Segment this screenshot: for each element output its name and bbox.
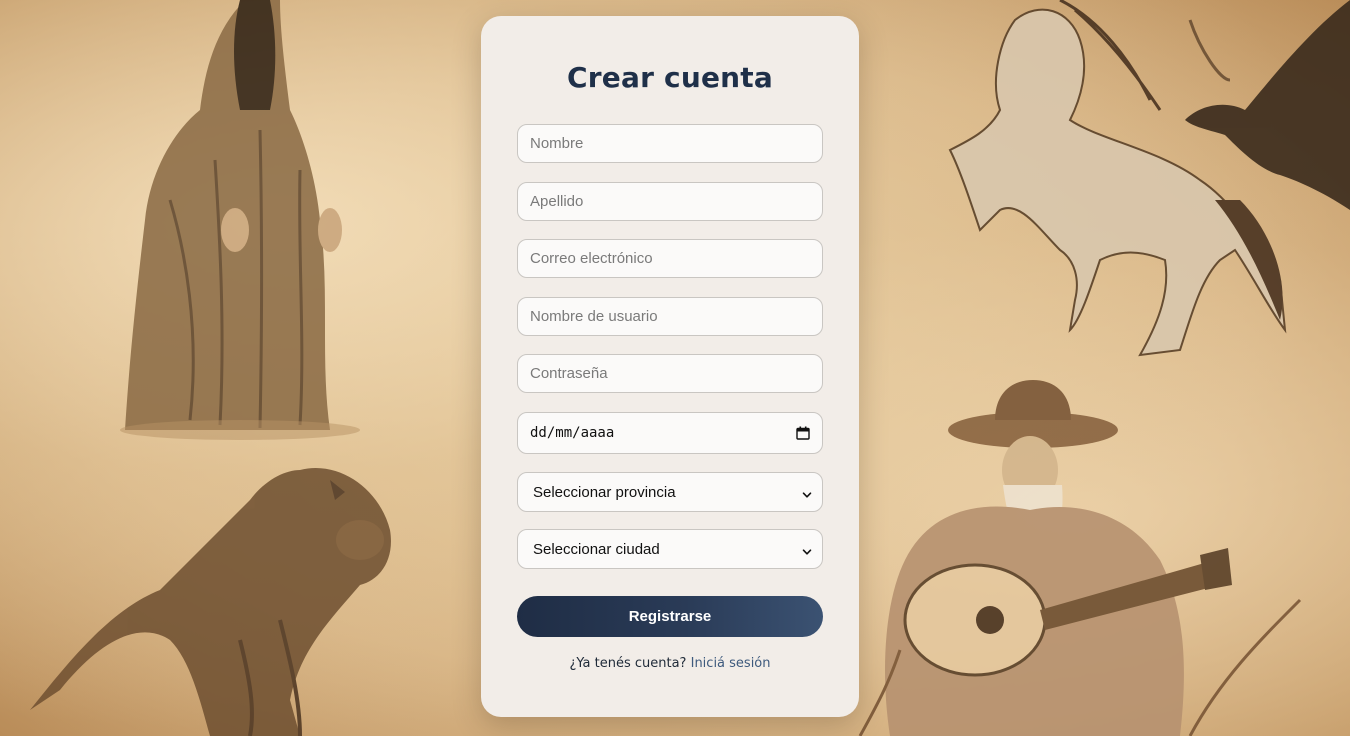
register-card: Crear cuenta dd/mm/aaaa Seleccionar prov… — [481, 16, 859, 717]
chevron-down-icon — [802, 487, 812, 498]
province-select[interactable]: Seleccionar provincia — [517, 472, 823, 512]
horse-illustration — [948, 0, 1287, 357]
province-select-value: Seleccionar provincia — [533, 483, 676, 501]
birth-date-placeholder: dd/mm/aaaa — [530, 425, 615, 441]
first-name-input[interactable] — [517, 124, 823, 163]
city-select[interactable]: Seleccionar ciudad — [517, 529, 823, 569]
hooded-ghost-illustration — [120, 0, 360, 440]
crow-illustration — [1185, 0, 1350, 210]
login-link[interactable]: Iniciá sesión — [691, 656, 771, 671]
birth-date-input[interactable]: dd/mm/aaaa — [517, 412, 823, 454]
password-input[interactable] — [517, 354, 823, 393]
last-name-input[interactable] — [517, 182, 823, 221]
page-title: Crear cuenta — [567, 61, 773, 94]
wolf-creature-illustration — [30, 468, 391, 736]
guitar-player-illustration — [858, 380, 1302, 736]
register-button[interactable]: Registrarse — [517, 596, 823, 637]
calendar-icon[interactable] — [796, 426, 810, 440]
login-prompt-row: ¿Ya tenés cuenta? Iniciá sesión — [481, 656, 859, 671]
chevron-down-icon — [802, 544, 812, 555]
login-prompt-text: ¿Ya tenés cuenta? — [569, 656, 687, 671]
email-input[interactable] — [517, 239, 823, 278]
username-input[interactable] — [517, 297, 823, 336]
city-select-value: Seleccionar ciudad — [533, 540, 660, 558]
